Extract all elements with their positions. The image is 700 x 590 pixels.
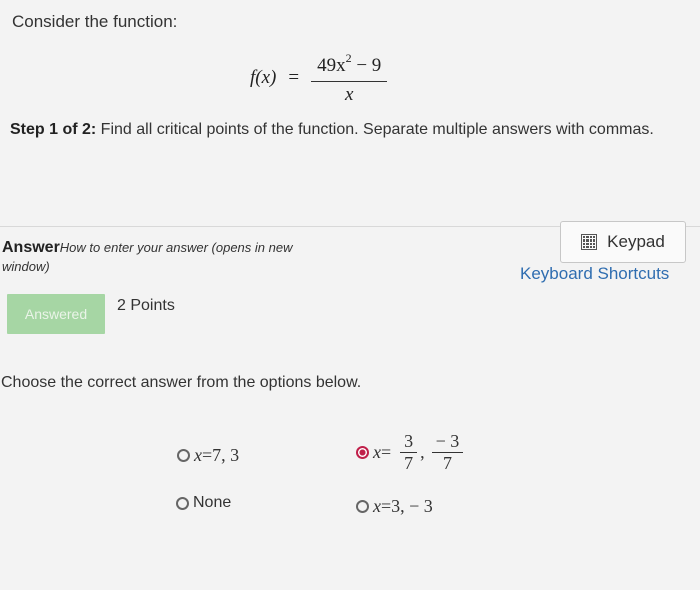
option-a-radio[interactable] — [177, 449, 190, 462]
numerator-tail: − 9 — [351, 54, 382, 76]
function-fraction: 49x2 − 9 x — [311, 51, 388, 106]
answered-badge: Answered — [7, 294, 105, 334]
option-b-fraction-2: − 3 7 — [431, 432, 464, 473]
function-denominator: x — [344, 83, 354, 105]
option-b-fraction-1: 3 7 — [400, 432, 418, 473]
option-c[interactable]: None — [176, 494, 231, 512]
option-d-var: x — [373, 496, 381, 516]
option-b-comma: , — [420, 441, 425, 462]
keyboard-shortcuts-link[interactable]: Keyboard Shortcuts — [520, 264, 669, 284]
numerator-base: 49x — [317, 54, 346, 76]
option-b[interactable]: x = 3 7 , − 3 7 — [356, 432, 466, 473]
step-label: Step 1 of 2: — [10, 121, 97, 138]
keypad-label: Keypad — [607, 232, 665, 251]
answer-label: Answer — [2, 239, 60, 256]
points-label: 2 Points — [117, 297, 175, 314]
option-b-frac1-num: 3 — [400, 432, 418, 453]
function-numerator: 49x2 − 9 — [311, 51, 388, 82]
option-b-frac1-den: 7 — [404, 452, 414, 473]
option-d[interactable]: x = 3, − 3 — [356, 496, 433, 517]
option-a-value: 7, 3 — [212, 445, 240, 465]
option-d-value: 3, − 3 — [391, 496, 433, 516]
option-b-eq: = — [381, 441, 392, 462]
function-equals: = — [288, 67, 300, 88]
question-prompt: Consider the function: — [12, 12, 178, 31]
option-b-var: x — [373, 441, 381, 462]
choose-instruction: Choose the correct answer from the optio… — [1, 374, 362, 391]
option-c-label: None — [193, 494, 232, 511]
answer-header: AnswerHow to enter your answer (opens in… — [2, 238, 332, 276]
step-instruction: Step 1 of 2: Find all critical points of… — [10, 118, 670, 143]
function-formula: f(x) = 49x2 − 9 x — [250, 48, 388, 108]
option-d-radio[interactable] — [356, 500, 369, 513]
keypad-button[interactable]: Keypad — [560, 221, 686, 263]
function-lhs: f(x) — [250, 67, 277, 88]
option-d-eq: = — [381, 496, 392, 516]
step-text: Find all critical points of the function… — [96, 121, 654, 138]
option-a-eq: = — [202, 445, 213, 465]
option-b-frac2-num: − 3 — [431, 432, 464, 453]
option-a-var: x — [194, 445, 202, 465]
option-c-radio[interactable] — [176, 496, 189, 510]
option-b-frac2-den: 7 — [442, 452, 452, 473]
calculator-icon — [581, 234, 598, 250]
option-b-radio[interactable] — [356, 445, 369, 459]
option-a[interactable]: x = 7, 3 — [177, 445, 239, 466]
